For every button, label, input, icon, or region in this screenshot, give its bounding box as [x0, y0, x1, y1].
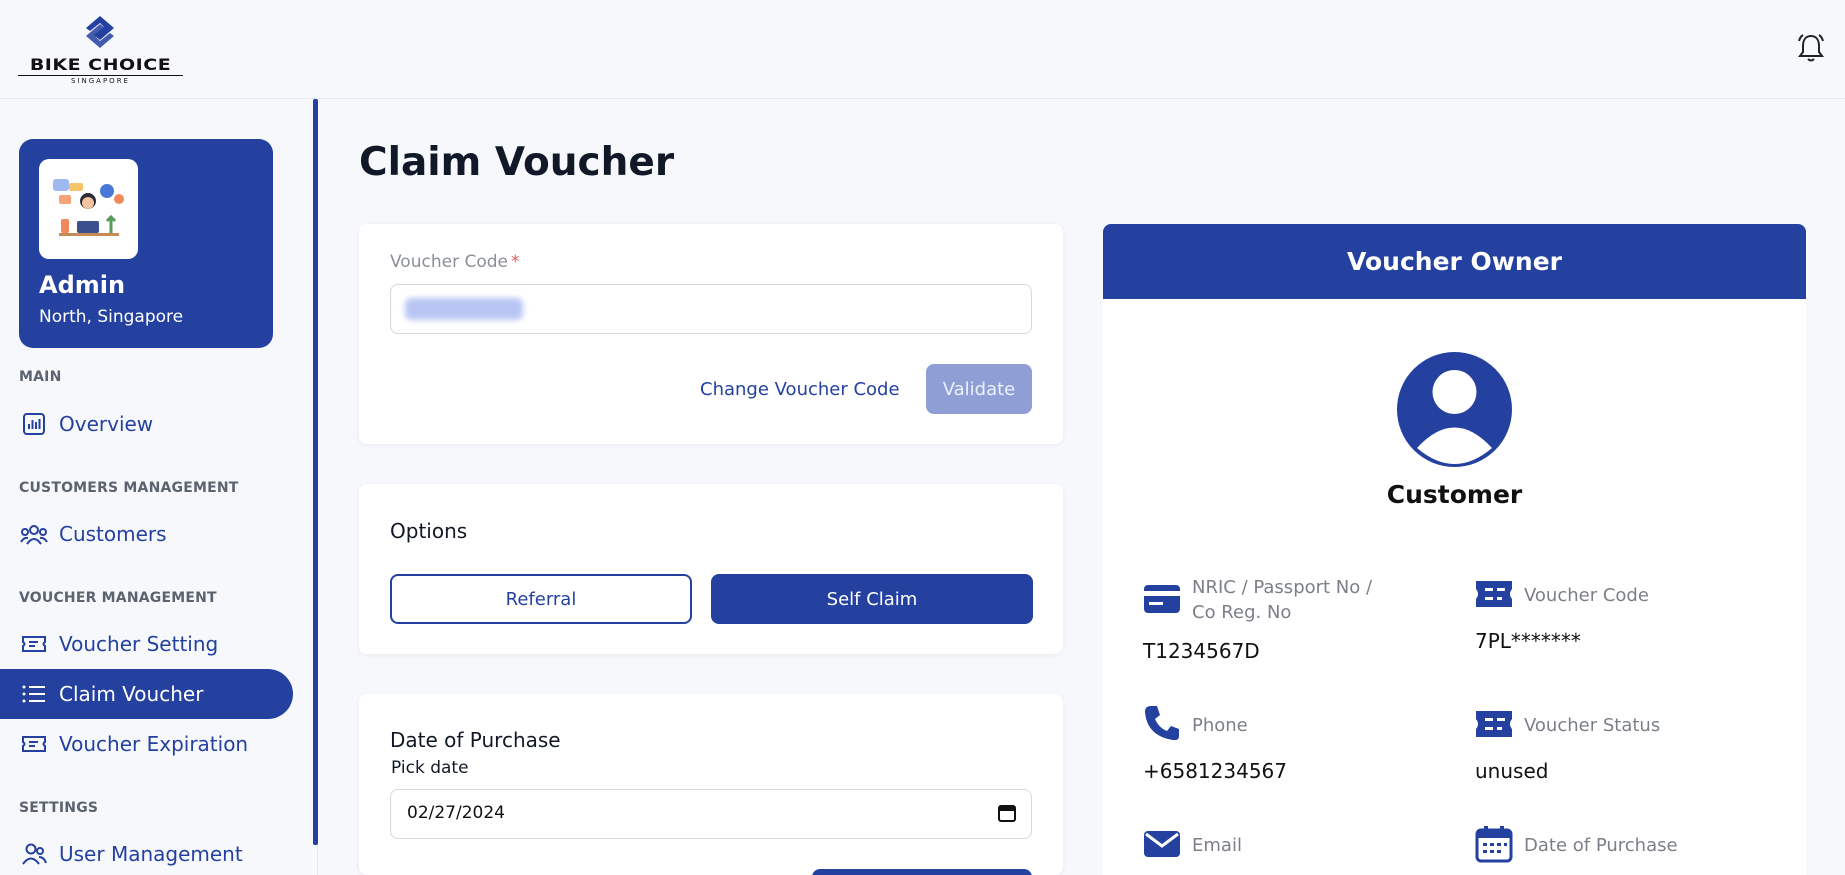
sidebar-item-claim-voucher[interactable]: Claim Voucher [0, 669, 293, 719]
nric-label: NRIC / Passport No / Co Reg. No [1192, 575, 1372, 625]
email-icon [1144, 831, 1180, 857]
sidebar-item-label: Customers [59, 522, 167, 546]
chart-icon [20, 410, 48, 438]
page-title: Claim Voucher [359, 140, 675, 185]
profile-name: Admin [39, 271, 126, 299]
required-mark: * [510, 252, 520, 272]
avatar [39, 159, 138, 259]
sidebar-item-voucher-setting[interactable]: Voucher Setting [0, 619, 293, 669]
nav-section-vouchers: VOUCHER MANAGEMENT [19, 590, 217, 606]
list-icon [20, 680, 48, 708]
sidebar-item-label: User Management [59, 842, 243, 866]
brand-subtitle: SINGAPORE [18, 75, 183, 85]
ticket-icon [1476, 581, 1512, 607]
nav-section-main: MAIN [19, 369, 62, 385]
redacted-voucher-code [405, 298, 523, 320]
phone-value: +6581234567 [1143, 759, 1288, 783]
sidebar-item-label: Overview [59, 412, 154, 436]
ticket-icon [20, 730, 48, 758]
voucher-code-value: 7PL******* [1475, 629, 1581, 653]
options-heading: Options [390, 519, 468, 543]
email-label: Email [1192, 835, 1242, 856]
voucher-status-label: Voucher Status [1524, 715, 1661, 736]
bike-choice-logo[interactable]: BIKE CHOICE SINGAPORE [18, 14, 183, 85]
purchase-date-value: 02/27/2024 [407, 803, 505, 823]
user-group-icon [20, 840, 48, 868]
sidebar: Admin North, Singapore MAIN Overview CUS… [0, 99, 318, 875]
date-of-purchase-label: Date of Purchase [1524, 835, 1678, 856]
brand-name: BIKE CHOICE [29, 55, 172, 75]
voucher-code-label-text: Voucher Code [390, 252, 508, 272]
voucher-status-value: unused [1475, 759, 1549, 783]
logo-mark-icon [86, 16, 114, 48]
voucher-owner-panel: Voucher Owner Customer NRIC / Passport N… [1103, 224, 1806, 875]
voucher-owner-title: Voucher Owner [1103, 224, 1806, 299]
change-voucher-code-button[interactable]: Change Voucher Code [700, 379, 900, 400]
sidebar-item-customers[interactable]: Customers [0, 509, 293, 559]
ticket-icon [1476, 711, 1512, 737]
id-card-icon [1144, 585, 1180, 613]
referral-button[interactable]: Referral [390, 574, 692, 624]
date-of-purchase-heading: Date of Purchase [390, 728, 561, 752]
date-of-purchase-card: Date of Purchase Pick date 02/27/2024 [359, 694, 1063, 875]
submit-button[interactable] [812, 869, 1032, 875]
sidebar-item-overview[interactable]: Overview [0, 399, 293, 449]
voucher-code-input[interactable] [390, 284, 1032, 334]
sidebar-item-label: Voucher Setting [59, 632, 219, 656]
sidebar-item-voucher-expiration[interactable]: Voucher Expiration [0, 719, 293, 769]
sidebar-item-user-management[interactable]: User Management [0, 829, 293, 875]
users-icon [20, 520, 48, 548]
top-bar: BIKE CHOICE SINGAPORE [0, 0, 1845, 99]
nric-value: T1234567D [1143, 639, 1260, 663]
nric-label-line2: Co Reg. No [1192, 602, 1292, 623]
voucher-code-field-label: Voucher Code [1524, 585, 1649, 606]
voucher-code-card: Voucher Code * Change Voucher Code Valida… [359, 224, 1063, 444]
profile-location: North, Singapore [39, 307, 184, 327]
calendar-icon [1475, 826, 1513, 863]
nav-section-customers: CUSTOMERS MANAGEMENT [19, 480, 239, 496]
sidebar-scrollbar[interactable] [313, 99, 318, 845]
calendar-icon[interactable] [997, 803, 1017, 823]
notification-bell-icon[interactable] [1796, 32, 1826, 64]
phone-icon [1145, 706, 1179, 741]
nric-label-line1: NRIC / Passport No / [1192, 577, 1373, 598]
options-card: Options Referral Self Claim [359, 484, 1063, 654]
admin-illustration-icon [53, 179, 124, 236]
customer-name: Customer [1386, 480, 1523, 509]
sidebar-item-label: Claim Voucher [59, 682, 204, 706]
ticket-icon [20, 630, 48, 658]
profile-card: Admin North, Singapore [19, 139, 273, 348]
pick-date-label: Pick date [391, 758, 469, 778]
voucher-code-label: Voucher Code * [390, 252, 519, 272]
nav-section-settings: SETTINGS [19, 800, 99, 816]
self-claim-button[interactable]: Self Claim [711, 574, 1033, 624]
customer-avatar-icon [1397, 352, 1512, 467]
phone-label: Phone [1192, 715, 1248, 736]
purchase-date-input[interactable]: 02/27/2024 [390, 789, 1032, 839]
validate-button[interactable]: Validate [926, 364, 1032, 414]
sidebar-item-label: Voucher Expiration [59, 732, 249, 756]
